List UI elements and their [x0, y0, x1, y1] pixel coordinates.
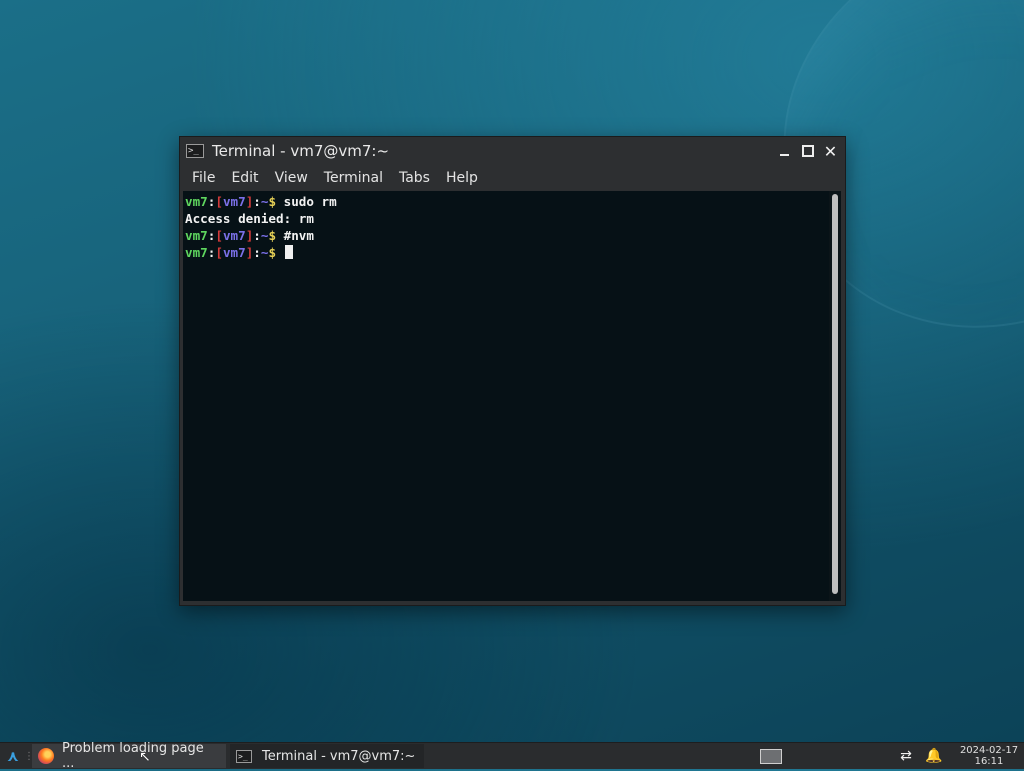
prompt-bracket: [	[215, 228, 223, 243]
menu-tabs[interactable]: Tabs	[391, 170, 438, 186]
close-button[interactable]: ✕	[822, 141, 839, 161]
prompt-sep: :	[253, 194, 261, 209]
mouse-pointer-icon: ↖	[139, 749, 151, 765]
output-text: Access denied: rm	[185, 211, 314, 226]
taskbar-task-firefox[interactable]: Problem loading page ...	[32, 741, 226, 771]
prompt-user: vm7	[185, 228, 208, 243]
maximize-icon	[801, 145, 814, 157]
clock-time: 16:11	[974, 756, 1004, 767]
menu-help[interactable]: Help	[438, 170, 486, 186]
terminal-icon: >_	[186, 144, 204, 158]
menubar: File Edit View Terminal Tabs Help	[180, 165, 845, 190]
prompt-sep: :	[253, 228, 261, 243]
titlebar[interactable]: >_ Terminal - vm7@vm7:~ ✕	[180, 137, 845, 165]
prompt-sep: :	[253, 245, 261, 260]
menu-view[interactable]: View	[267, 170, 316, 186]
minimize-icon	[780, 154, 789, 156]
text-cursor	[284, 245, 293, 259]
prompt-command	[276, 245, 284, 260]
maximize-button[interactable]	[799, 143, 816, 160]
prompt-bracket: [	[215, 194, 223, 209]
menu-terminal[interactable]: Terminal	[316, 170, 391, 186]
terminal-output-line: Access denied: rm	[185, 210, 827, 227]
menu-edit[interactable]: Edit	[223, 170, 266, 186]
taskbar: ⋏ ⋮ Problem loading page ... >_ Terminal…	[0, 741, 1024, 771]
scrollbar-thumb[interactable]	[832, 194, 838, 594]
prompt-symbol: $	[268, 228, 277, 243]
app-menu-icon[interactable]: ⋏	[2, 743, 24, 769]
terminal-output[interactable]: vm7:[vm7]:~$ sudo rm Access denied: rm vm7…	[183, 191, 829, 601]
terminal-prompt-line: vm7:[vm7]:~$	[185, 244, 827, 261]
terminal-area[interactable]: vm7:[vm7]:~$ sudo rm Access denied: rm vm7…	[183, 191, 841, 601]
prompt-symbol: $	[268, 245, 277, 260]
window-title: Terminal - vm7@vm7:~	[212, 142, 390, 160]
terminal-icon: >_	[236, 749, 252, 763]
menu-file[interactable]: File	[184, 170, 223, 186]
close-icon: ✕	[823, 141, 838, 161]
task-label: Terminal - vm7@vm7:~	[262, 748, 416, 764]
prompt-bracket: [	[215, 245, 223, 260]
prompt-command: sudo rm	[276, 194, 337, 209]
taskbar-task-terminal[interactable]: >_ Terminal - vm7@vm7:~	[230, 744, 424, 768]
prompt-host: vm7	[222, 194, 246, 209]
prompt-host: vm7	[222, 228, 246, 243]
terminal-prompt-line: vm7:[vm7]:~$ #nvm	[185, 227, 827, 244]
network-icon[interactable]: ⇄	[895, 745, 917, 767]
prompt-host: vm7	[222, 245, 246, 260]
clock[interactable]: 2024-02-17 16:11	[954, 745, 1024, 767]
prompt-user: vm7	[185, 194, 208, 209]
prompt-user: vm7	[185, 245, 208, 260]
minimize-button[interactable]	[776, 143, 793, 160]
separator-handle: ⋮	[24, 750, 34, 762]
firefox-icon	[38, 748, 54, 764]
terminal-prompt-line: vm7:[vm7]:~$ sudo rm	[185, 193, 827, 210]
clock-date: 2024-02-17	[959, 745, 1019, 756]
terminal-window[interactable]: >_ Terminal - vm7@vm7:~ ✕ File Edit View…	[179, 136, 846, 606]
scrollbar[interactable]	[829, 191, 841, 601]
prompt-symbol: $	[268, 194, 277, 209]
workspace-switcher[interactable]	[760, 748, 782, 764]
prompt-command: #nvm	[276, 228, 314, 243]
notification-bell-icon[interactable]: 🔔	[923, 745, 945, 767]
